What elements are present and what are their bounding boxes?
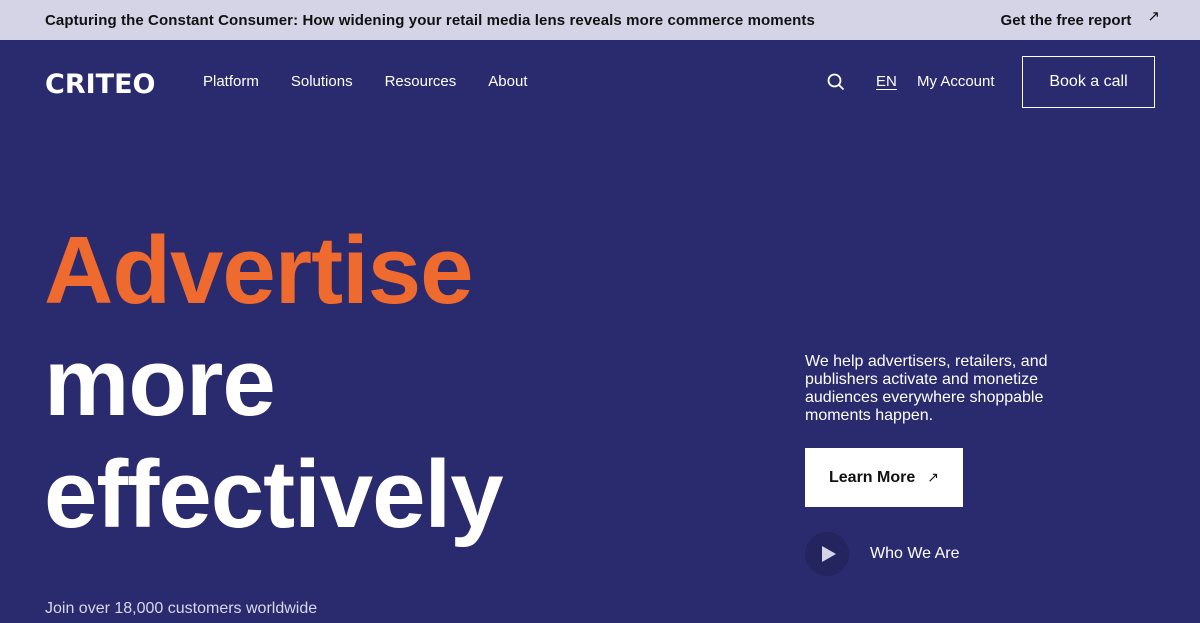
- language-selector[interactable]: EN: [876, 73, 897, 90]
- search-icon[interactable]: [827, 73, 845, 91]
- arrow-up-right-icon: ↗: [1147, 8, 1160, 25]
- social-proof-text: Join over 18,000 customers worldwide: [45, 600, 318, 617]
- get-report-label: Get the free report: [1000, 11, 1132, 29]
- headline-line-3: effectively: [44, 441, 504, 548]
- nav-menu: Platform Solutions Resources About: [203, 73, 527, 90]
- criteo-logo[interactable]: CRITEO: [45, 69, 155, 100]
- nav-item-about[interactable]: About: [488, 73, 527, 90]
- my-account-link[interactable]: My Account: [917, 73, 995, 90]
- play-icon: [821, 546, 836, 562]
- banner-text: Capturing the Constant Consumer: How wid…: [45, 11, 815, 29]
- learn-more-button[interactable]: Learn More ↗: [805, 448, 963, 507]
- promo-banner: Capturing the Constant Consumer: How wid…: [0, 0, 1200, 40]
- nav-item-resources[interactable]: Resources: [385, 73, 457, 90]
- who-we-are-video-link[interactable]: Who We Are: [805, 532, 960, 576]
- learn-more-label: Learn More: [829, 468, 916, 486]
- play-button[interactable]: [805, 532, 849, 576]
- get-report-link[interactable]: Get the free report ↗: [1000, 8, 1160, 29]
- nav-item-platform[interactable]: Platform: [203, 73, 259, 90]
- headline-line-2: more: [44, 329, 276, 436]
- arrow-up-right-icon: ↗: [927, 469, 939, 485]
- hero-description: We help advertisers, retailers, and publ…: [805, 353, 1048, 424]
- main-nav: CRITEO Platform Solutions Resources Abou…: [0, 40, 1200, 124]
- hero-headline: Advertise more effectively: [44, 215, 504, 551]
- headline-line-1: Advertise: [44, 217, 474, 324]
- nav-item-solutions[interactable]: Solutions: [291, 73, 353, 90]
- who-we-are-label: Who We Are: [870, 545, 960, 562]
- book-a-call-button[interactable]: Book a call: [1022, 56, 1155, 108]
